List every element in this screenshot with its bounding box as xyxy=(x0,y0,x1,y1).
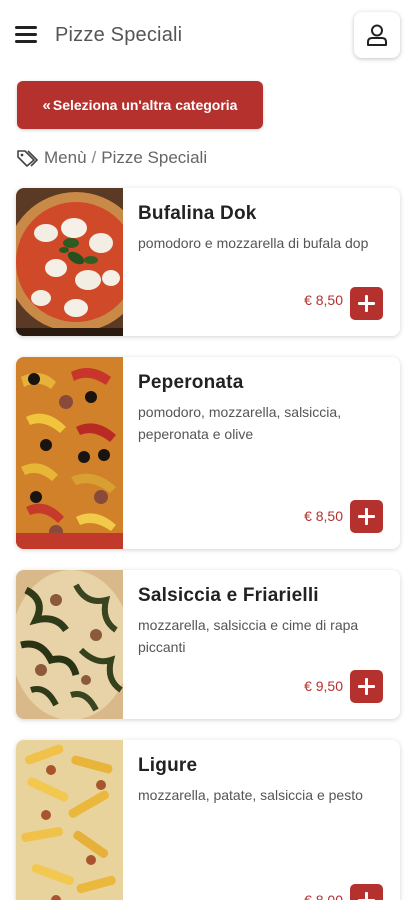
product-price: € 8,50 xyxy=(304,292,343,308)
product-description: pomodoro, mozzarella, salsiccia, peperon… xyxy=(138,404,342,442)
top-bar: Pizze Speciali xyxy=(0,0,415,72)
product-card[interactable]: Peperonata pomodoro, mozzarella, salsicc… xyxy=(16,357,400,549)
breadcrumb-menu-link[interactable]: Menù xyxy=(44,148,87,168)
page-title: Pizze Speciali xyxy=(55,24,183,46)
product-image xyxy=(16,570,123,719)
product-image xyxy=(16,357,123,549)
double-chevron-left-icon: « xyxy=(42,96,51,114)
hamburger-icon[interactable] xyxy=(15,25,37,45)
breadcrumb-current: Pizze Speciali xyxy=(101,148,208,167)
add-to-cart-button[interactable] xyxy=(350,287,383,320)
product-description: mozzarella, patate, salsiccia e pesto xyxy=(138,787,363,803)
user-icon xyxy=(367,24,387,46)
product-price: € 9,50 xyxy=(304,678,343,694)
product-name: Salsiccia e Friarielli xyxy=(138,585,319,606)
product-price: € 8,50 xyxy=(304,508,343,524)
product-name: Ligure xyxy=(138,755,198,776)
select-other-category-button[interactable]: « Seleziona un'altra categoria xyxy=(17,81,263,129)
breadcrumb-separator: / xyxy=(91,148,97,167)
select-category-label: Seleziona un'altra categoria xyxy=(52,97,238,113)
tag-icon xyxy=(17,150,38,167)
product-name: Peperonata xyxy=(138,372,244,393)
product-description: mozzarella, salsiccia e cime di rapa pic… xyxy=(138,617,359,655)
product-image xyxy=(16,740,123,900)
product-name: Bufalina Dok xyxy=(138,203,257,224)
user-account-button[interactable] xyxy=(354,12,400,58)
add-to-cart-button[interactable] xyxy=(350,670,383,703)
product-card[interactable]: Salsiccia e Friarielli mozzarella, salsi… xyxy=(16,570,400,719)
product-description: pomodoro e mozzarella di bufala dop xyxy=(138,235,369,251)
breadcrumb: Menù / Pizze Speciali xyxy=(16,147,207,169)
product-card[interactable]: Bufalina Dok pomodoro e mozzarella di bu… xyxy=(16,188,400,336)
product-price: € 8,00 xyxy=(304,892,343,900)
add-to-cart-button[interactable] xyxy=(350,500,383,533)
add-to-cart-button[interactable] xyxy=(350,884,383,900)
product-image xyxy=(16,188,123,336)
product-card[interactable]: Ligure mozzarella, patate, salsiccia e p… xyxy=(16,740,400,900)
